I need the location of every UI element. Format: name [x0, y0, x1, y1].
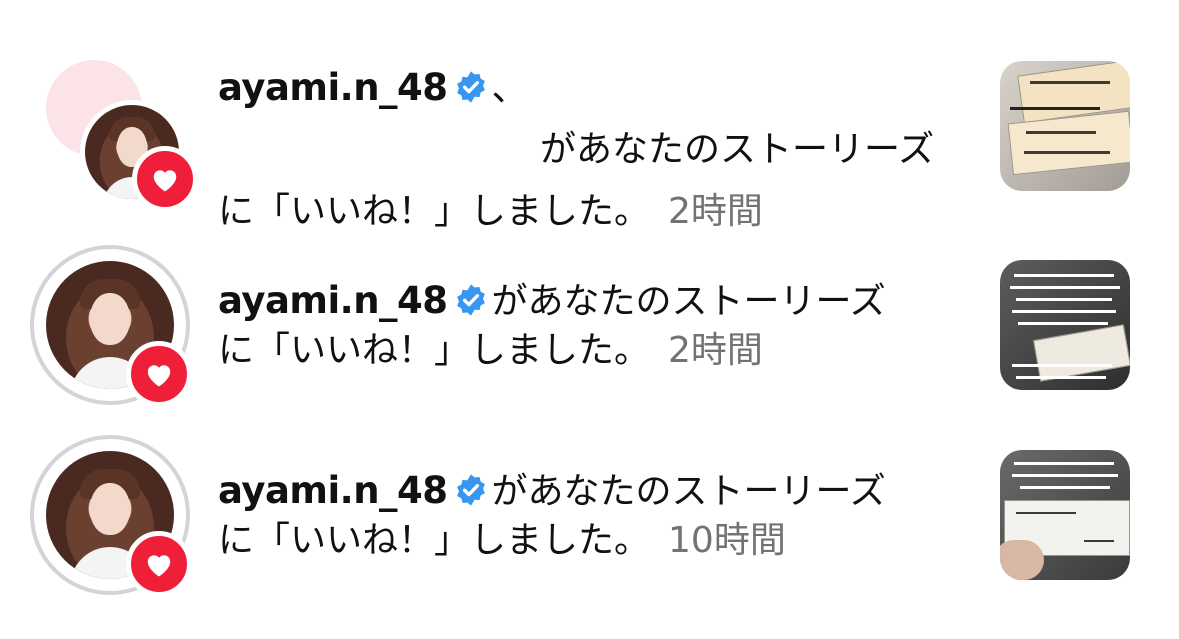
liked-phrase: に「いいね！」しました。: [218, 520, 651, 561]
liked-phrase: に「いいね！」しました。: [218, 330, 651, 371]
notification-text[interactable]: ayami.n_48 、: [218, 57, 528, 120]
heart-icon: [153, 170, 177, 192]
avatar-group[interactable]: [30, 435, 192, 597]
heart-icon: [147, 555, 171, 577]
story-thumbnail[interactable]: [1000, 61, 1130, 191]
timestamp: 2時間: [668, 330, 763, 371]
avatar-group[interactable]: [30, 245, 192, 407]
heart-badge: [132, 146, 198, 212]
joiner-text: 、: [491, 68, 528, 109]
notification-text-line: に「いいね！」しました。 10時間: [218, 510, 786, 572]
liked-phrase: に「いいね！」しました。: [218, 191, 651, 232]
story-phrase: があなたのストーリーズ: [491, 471, 886, 512]
heart-badge: [126, 341, 192, 407]
avatar-group[interactable]: [40, 60, 200, 220]
username-link[interactable]: ayami.n_48: [218, 279, 448, 322]
notification-text-line: があなたのストーリーズ: [540, 119, 934, 181]
timestamp: 10時間: [668, 520, 786, 561]
timestamp: 2時間: [668, 191, 763, 232]
verified-badge-icon: [456, 284, 485, 316]
heart-icon: [147, 365, 171, 387]
notification-row[interactable]: ayami.n_48 があなたのストーリーズ に「いいね！」しました。 2時間: [0, 245, 1179, 425]
notification-row[interactable]: ayami.n_48 があなたのストーリーズ に「いいね！」しました。 10時間: [0, 435, 1179, 615]
notification-row[interactable]: ayami.n_48 、 があなたのストーリーズ に「いいね！」しました。 2時間: [0, 55, 1179, 235]
story-thumbnail[interactable]: [1000, 450, 1130, 580]
username-link[interactable]: ayami.n_48: [218, 469, 448, 512]
heart-badge: [126, 531, 192, 597]
notification-text-line: に「いいね！」しました。 2時間: [218, 320, 763, 382]
verified-badge-icon: [456, 71, 485, 103]
story-thumbnail[interactable]: [1000, 260, 1130, 390]
story-phrase: があなたのストーリーズ: [540, 129, 935, 170]
story-phrase: があなたのストーリーズ: [491, 281, 886, 322]
verified-badge-icon: [456, 474, 485, 506]
notification-text-line: に「いいね！」しました。 2時間: [218, 181, 763, 243]
username-link[interactable]: ayami.n_48: [218, 66, 448, 109]
